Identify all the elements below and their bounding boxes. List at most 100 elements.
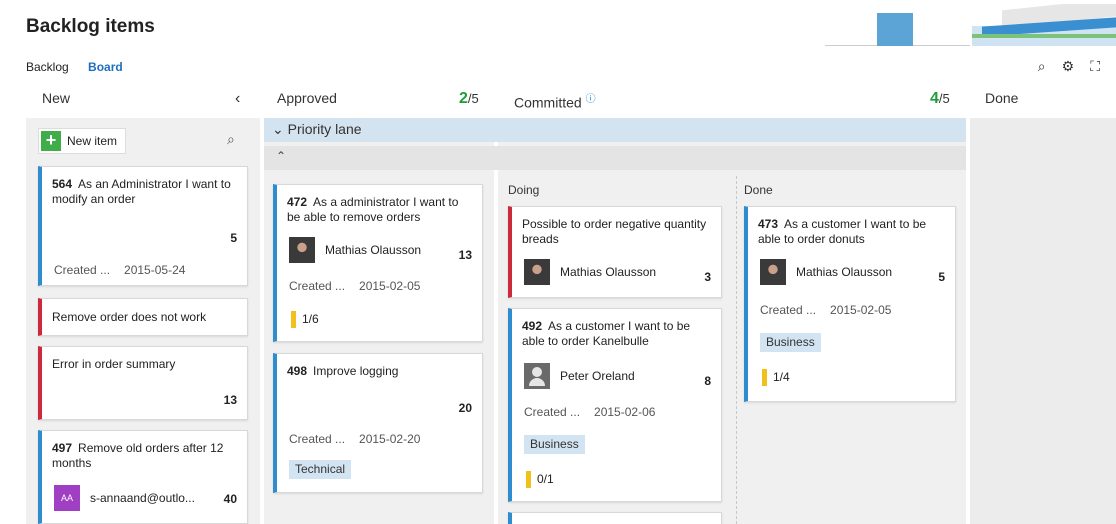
card-bug-order-summary[interactable]: Error in order summary 13: [38, 346, 248, 420]
tag-technical[interactable]: Technical: [289, 460, 352, 479]
card-title: 473 As a customer I want to be able to or…: [758, 217, 947, 247]
velocity-sparkline[interactable]: [825, 10, 970, 46]
new-item-button[interactable]: + New item: [38, 128, 127, 154]
created-date: 2015-05-24: [124, 263, 186, 277]
chevron-up-icon[interactable]: ⌃: [276, 149, 286, 163]
card-assignee[interactable]: AA s-annaand@outlo...: [54, 485, 195, 511]
avatar: [760, 259, 786, 285]
created-label: Created ...: [289, 279, 346, 293]
swimlane-priority[interactable]: ⌄ Priority lane: [264, 118, 966, 142]
card-bug-negative-quantity[interactable]: Possible to order negative quantity brea…: [508, 206, 722, 298]
task-progress-bar: [291, 311, 296, 328]
fullscreen-icon[interactable]: ⛶: [1090, 58, 1100, 75]
card-text: As a administrator I want to be able to …: [287, 195, 459, 224]
created-date: 2015-02-06: [594, 405, 656, 419]
wip-limit: /5: [938, 91, 950, 106]
view-switcher: Backlog Board: [26, 60, 139, 74]
card-498[interactable]: 498 Improve logging 20 Created ... 2015-02…: [273, 353, 483, 493]
column-header-approved[interactable]: Approved: [277, 90, 337, 114]
column-header-done[interactable]: Done: [985, 90, 1018, 114]
column-done-body: [970, 118, 1116, 524]
info-icon[interactable]: ⓘ: [586, 94, 596, 105]
plus-icon: +: [41, 131, 61, 151]
tag-business[interactable]: Business: [760, 333, 821, 352]
tab-board[interactable]: Board: [88, 60, 123, 74]
card-text: As an Administrator I want to modify an …: [52, 177, 231, 206]
search-icon[interactable]: ⌕: [227, 131, 235, 148]
card-title: Possible to order negative quantity brea…: [522, 217, 707, 246]
task-count: 0/1: [537, 472, 554, 486]
card-effort: 13: [223, 393, 237, 407]
card-assignee[interactable]: Peter Oreland: [524, 363, 635, 389]
column-title: Done: [985, 90, 1019, 106]
card-text: As a customer I want to be able to order…: [522, 319, 691, 348]
card-id: 472: [287, 195, 308, 209]
card-effort: 40: [223, 492, 237, 506]
avatar: AA: [54, 485, 80, 511]
card-task-progress[interactable]: 0/1: [526, 471, 554, 488]
card-id: 473: [758, 217, 779, 231]
gear-icon[interactable]: ⚙: [1062, 58, 1075, 75]
column-title: New: [42, 90, 71, 106]
card-effort: 20: [458, 401, 472, 415]
card-text: Improve logging: [313, 364, 399, 378]
created-date: 2015-02-05: [359, 279, 421, 293]
cumulative-flow-thumbnail[interactable]: [972, 4, 1116, 46]
task-progress-bar: [526, 471, 531, 488]
card-task-progress[interactable]: 1/4: [762, 369, 790, 386]
column-header-new[interactable]: New: [42, 90, 70, 114]
avatar: [524, 259, 550, 285]
avatar: [524, 363, 550, 389]
card-assignee[interactable]: Mathias Olausson: [289, 237, 421, 263]
card-title: 498 Improve logging: [287, 364, 474, 379]
wip-count: 4: [930, 90, 939, 107]
created-date: 2015-02-20: [359, 432, 421, 446]
chevron-down-icon[interactable]: ⌄: [272, 121, 284, 137]
new-item-label: New item: [67, 134, 118, 148]
card-assignee[interactable]: Mathias Olausson: [760, 259, 892, 285]
subcolumn-done: Done: [744, 183, 773, 197]
card-effort: 8: [704, 374, 711, 388]
card-564[interactable]: 564 As an Administrator I want to modify …: [38, 166, 248, 286]
card-text: Remove old orders after 12 months: [52, 441, 224, 470]
card-title: 492 As a customer I want to be able to or…: [522, 319, 713, 349]
card-id: 564: [52, 177, 73, 191]
tag-business[interactable]: Business: [524, 435, 585, 454]
card-assignee[interactable]: Mathias Olausson: [524, 259, 656, 285]
card-bug-remove-order[interactable]: Remove order does not work: [38, 298, 248, 336]
card-created: Created ... 2015-02-06: [524, 405, 655, 420]
card-partial[interactable]: [508, 512, 722, 524]
task-count: 1/4: [773, 370, 790, 384]
card-id: 497: [52, 441, 73, 455]
card-472[interactable]: 472 As a administrator I want to be able …: [273, 184, 483, 342]
card-title: 472 As a administrator I want to be able …: [287, 195, 474, 225]
card-id: 498: [287, 364, 308, 378]
card-492[interactable]: 492 As a customer I want to be able to or…: [508, 308, 722, 502]
card-497[interactable]: 497 Remove old orders after 12 months AA …: [38, 430, 248, 524]
avatar: [289, 237, 315, 263]
swimlane-title: Priority lane: [287, 121, 362, 137]
assignee-name: s-annaand@outlo...: [90, 490, 195, 505]
card-id: 492: [522, 319, 543, 333]
card-473[interactable]: 473 As a customer I want to be able to or…: [744, 206, 956, 402]
card-task-progress[interactable]: 1/6: [291, 311, 319, 328]
tab-backlog[interactable]: Backlog: [26, 60, 69, 74]
swimlane-default-collapse[interactable]: ⌃: [264, 146, 966, 170]
column-title: Committed: [514, 94, 582, 111]
card-title: Error in order summary: [52, 357, 176, 371]
wip-count-committed: 4/5: [930, 90, 950, 108]
created-label: Created ...: [524, 405, 581, 419]
card-effort: 13: [458, 248, 472, 262]
search-icon[interactable]: ⌕: [1038, 58, 1046, 75]
assignee-name: Mathias Olausson: [796, 264, 893, 279]
collapse-column-icon[interactable]: ‹: [235, 90, 240, 114]
wip-count: 2: [459, 90, 468, 107]
board-toolbar: ⌕ ⚙ ⛶: [1038, 58, 1100, 75]
created-label: Created ...: [760, 303, 817, 317]
assignee-name: Peter Oreland: [560, 368, 635, 383]
sparkline-bar: [877, 13, 913, 46]
created-label: Created ...: [54, 263, 111, 277]
wip-limit: /5: [467, 91, 479, 106]
column-header-committed[interactable]: Committed ⓘ: [514, 90, 596, 114]
card-created: Created ... 2015-02-05: [760, 303, 891, 318]
